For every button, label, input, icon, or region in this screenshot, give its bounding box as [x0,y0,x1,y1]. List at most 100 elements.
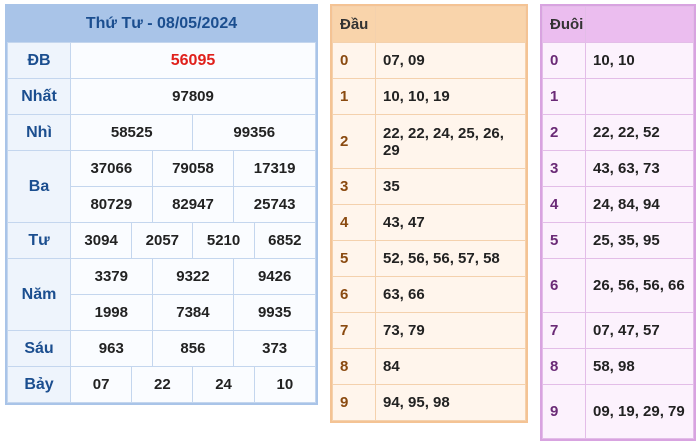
tail-key: 7 [542,312,586,349]
tail-key: 3 [542,150,586,187]
prize-value-ba: 80729 [70,186,153,223]
results-grid: ĐB 56095 Nhất 97809 Nhì 58525 99356 Ba 3… [7,42,317,403]
prize-row-nhi: Nhì 58525 99356 [7,114,316,151]
tail-key: 5 [542,222,586,259]
head-values: 94, 95, 98 [375,384,526,421]
prize-value-nam: 9322 [151,258,235,295]
tail-row: 1 [542,78,694,115]
tail-row: 8 58, 98 [542,348,694,385]
head-row: 5 52, 56, 56, 57, 58 [332,240,526,277]
head-values: 43, 47 [375,204,526,241]
head-key: 8 [332,348,376,385]
tail-values: 22, 22, 52 [585,114,694,151]
prize-row-sau: Sáu 963 856 373 [7,330,316,367]
tail-key: 1 [542,78,586,115]
prize-value-bay: 22 [131,366,194,403]
prize-value-ba: 82947 [151,186,235,223]
head-values: 22, 22, 24, 25, 26, 29 [375,114,526,169]
prize-value-nhat: 97809 [70,78,316,115]
prize-row-nam: Năm 3379 9322 9426 [7,258,316,331]
head-values: 73, 79 [375,312,526,349]
tail-table-header: Đuôi [542,6,694,43]
prize-value-sau: 963 [70,330,153,367]
prize-value-tu: 6852 [253,222,317,259]
prize-label-nhat: Nhất [7,78,71,115]
head-key: 7 [332,312,376,349]
prize-value-ba: 25743 [233,186,316,223]
prize-value-nam: 1998 [70,294,153,331]
head-key: 2 [332,114,376,169]
head-row: 3 35 [332,168,526,205]
head-values: 35 [375,168,526,205]
tail-row: 0 10, 10 [542,42,694,79]
tail-key: 6 [542,258,586,313]
tail-row: 6 26, 56, 56, 66 [542,258,694,313]
prize-value-bay: 10 [253,366,317,403]
head-values: 52, 56, 56, 57, 58 [375,240,526,277]
prize-label-bay: Bảy [7,366,71,403]
head-row: 6 63, 66 [332,276,526,313]
head-row: 0 07, 09 [332,42,526,79]
tail-values: 58, 98 [585,348,694,385]
head-key: 5 [332,240,376,277]
prize-value-db: 56095 [70,42,316,79]
prize-value-bay: 07 [69,366,133,403]
prize-label-sau: Sáu [7,330,71,367]
tail-row: 3 43, 63, 73 [542,150,694,187]
prize-value-bay: 24 [192,366,255,403]
tail-row: 2 22, 22, 52 [542,114,694,151]
tail-key: 2 [542,114,586,151]
prize-value-nhi: 99356 [192,114,316,151]
tail-values: 07, 47, 57 [585,312,694,349]
head-key: 0 [332,42,376,79]
prize-row-db: ĐB 56095 [7,42,316,79]
tail-values: 25, 35, 95 [585,222,694,259]
prize-value-nam: 7384 [151,294,235,331]
prize-value-tu: 3094 [69,222,133,259]
prize-value-tu: 2057 [131,222,194,259]
prize-row-nhat: Nhất 97809 [7,78,316,115]
prize-row-ba: Ba 37066 79058 17319 [7,150,316,223]
prize-label-db: ĐB [7,42,71,79]
tail-key: 9 [542,384,586,439]
prize-value-ba: 17319 [233,150,316,187]
tail-header-label: Đuôi [542,6,586,43]
tail-values: 09, 19, 29, 79 [585,384,694,439]
head-key: 6 [332,276,376,313]
head-row: 9 94, 95, 98 [332,384,526,421]
prize-label-nhi: Nhì [7,114,71,151]
head-row: 4 43, 47 [332,204,526,241]
head-key: 1 [332,78,376,115]
head-table-header: Đầu [332,6,526,43]
tail-key: 0 [542,42,586,79]
head-header-blank [375,6,526,43]
head-row: 1 10, 10, 19 [332,78,526,115]
tail-values: 24, 84, 94 [585,186,694,223]
tail-row: 9 09, 19, 29, 79 [542,384,694,439]
prize-value-nhi: 58525 [69,114,194,151]
head-values: 10, 10, 19 [375,78,526,115]
prize-value-tu: 5210 [192,222,255,259]
head-values: 84 [375,348,526,385]
prize-value-ba: 37066 [70,150,153,187]
head-key: 9 [332,384,376,421]
head-row: 7 73, 79 [332,312,526,349]
prize-value-sau: 856 [151,330,235,367]
head-row: 8 84 [332,348,526,385]
prize-label-ba: Ba [7,150,71,223]
prize-row-bay: Bảy 07 22 24 10 [7,366,317,403]
tail-digit-table: Đuôi 0 10, 10 1 2 22, 22, 52 3 43, 63, 7… [540,4,696,441]
prize-value-sau: 373 [233,330,316,367]
prize-label-nam: Năm [7,258,71,331]
tail-row: 5 25, 35, 95 [542,222,694,259]
tail-key: 4 [542,186,586,223]
lottery-results-table: Thứ Tư - 08/05/2024 ĐB 56095 Nhất 97809 … [5,4,318,405]
head-values: 07, 09 [375,42,526,79]
prize-value-nam: 3379 [70,258,153,295]
head-row: 2 22, 22, 24, 25, 26, 29 [332,114,526,169]
prize-label-tu: Tư [7,222,71,259]
prize-value-ba: 79058 [151,150,235,187]
head-values: 63, 66 [375,276,526,313]
tail-header-blank [585,6,694,43]
head-digit-table: Đầu 0 07, 09 1 10, 10, 19 2 22, 22, 24, … [330,4,528,423]
